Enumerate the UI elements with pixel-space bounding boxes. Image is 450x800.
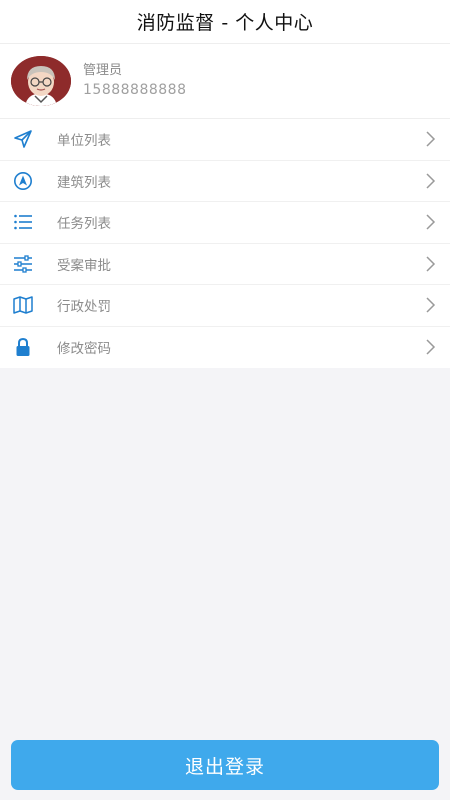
lock-icon [12, 336, 34, 358]
user-role: 管理员 [83, 63, 123, 78]
navigation-icon [12, 170, 34, 192]
app-header: 消防监督 - 个人中心 [0, 0, 450, 44]
chevron-right-icon [425, 297, 436, 313]
user-avatar[interactable] [11, 56, 71, 106]
send-icon [12, 128, 34, 150]
menu-item-label: 建筑列表 [57, 174, 111, 191]
menu-item-change-password[interactable]: 修改密码 [0, 327, 450, 369]
chevron-right-icon [425, 256, 436, 272]
page-title: 消防监督 - 个人中心 [136, 12, 314, 34]
menu-item-label: 单位列表 [57, 133, 111, 150]
avatar-illustration [11, 56, 71, 106]
logout-label: 退出登录 [184, 755, 265, 778]
menu-item-label: 受案审批 [57, 257, 111, 274]
sliders-icon [12, 253, 34, 275]
menu-item-label: 修改密码 [57, 341, 111, 358]
menu-item-tasks[interactable]: 任务列表 [0, 202, 450, 244]
menu-item-label: 任务列表 [57, 216, 111, 233]
menu-item-approvals[interactable]: 受案审批 [0, 244, 450, 285]
menu-item-penalties[interactable]: 行政处罚 [0, 285, 450, 327]
chevron-right-icon [425, 339, 436, 355]
menu-item-label: 行政处罚 [57, 299, 111, 316]
user-phone: 15888888888 [83, 82, 187, 98]
profile-card[interactable]: 管理员 15888888888 [0, 44, 450, 119]
chevron-right-icon [425, 214, 436, 230]
menu-item-buildings[interactable]: 建筑列表 [0, 161, 450, 202]
chevron-right-icon [425, 173, 436, 189]
map-icon [12, 294, 34, 316]
list-icon [12, 211, 34, 233]
logout-button[interactable]: 退出登录 [11, 740, 439, 790]
profile-info: 管理员 15888888888 [83, 62, 186, 100]
menu-item-units[interactable]: 单位列表 [0, 119, 450, 161]
menu-list: 单位列表 建筑列表 任务列表 受案审批 行政处罚 修改密码 [0, 119, 450, 368]
chevron-right-icon [425, 131, 436, 147]
